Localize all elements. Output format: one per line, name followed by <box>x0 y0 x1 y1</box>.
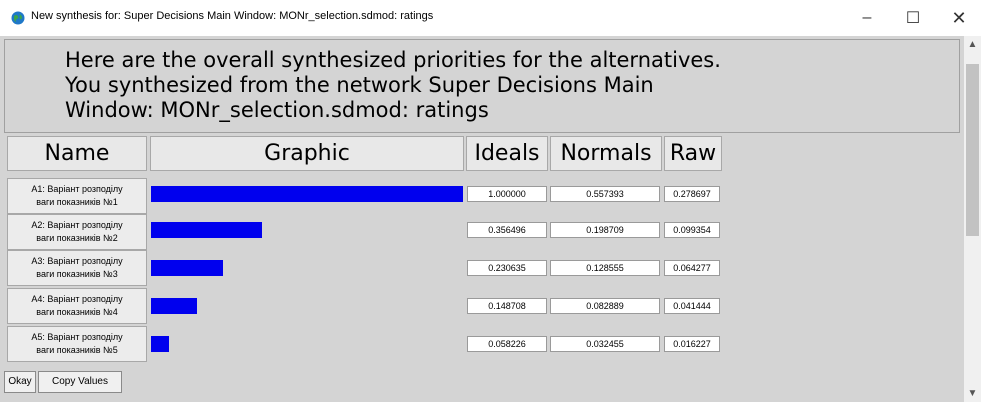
header-message: Here are the overall synthesized priorit… <box>4 39 960 133</box>
normal-value-a4[interactable]: 0.082889 <box>550 298 660 314</box>
row-name-a1: A1: Варіант розподілу ваги показників №1 <box>7 178 147 214</box>
maximize-button[interactable]: ☐ <box>890 0 936 36</box>
column-header-ideals: Ideals <box>466 136 548 171</box>
raw-value-a3[interactable]: 0.064277 <box>664 260 720 276</box>
vertical-scrollbar[interactable]: ▲ ▼ <box>964 36 981 402</box>
minimize-button[interactable]: – <box>844 0 890 36</box>
normal-value-a2[interactable]: 0.198709 <box>550 222 660 238</box>
column-header-normals: Normals <box>550 136 662 171</box>
priority-bar-a3 <box>151 260 223 276</box>
close-button[interactable]: ✕ <box>936 0 981 36</box>
ideal-value-a4[interactable]: 0.148708 <box>467 298 547 314</box>
okay-button[interactable]: Okay <box>4 371 36 393</box>
priority-bar-a5 <box>151 336 169 352</box>
ideal-value-a3[interactable]: 0.230635 <box>467 260 547 276</box>
raw-value-a2[interactable]: 0.099354 <box>664 222 720 238</box>
normal-value-a3[interactable]: 0.128555 <box>550 260 660 276</box>
normal-value-a5[interactable]: 0.032455 <box>550 336 660 352</box>
window-title: New synthesis for: Super Decisions Main … <box>31 10 434 22</box>
column-header-graphic: Graphic <box>150 136 464 171</box>
ideal-value-a2[interactable]: 0.356496 <box>467 222 547 238</box>
column-header-raw: Raw <box>664 136 722 171</box>
synthesis-window: New synthesis for: Super Decisions Main … <box>0 0 981 402</box>
priority-bar-a2 <box>151 222 262 238</box>
column-header-name: Name <box>7 136 147 171</box>
raw-value-a4[interactable]: 0.041444 <box>664 298 720 314</box>
row-name-a5: A5: Варіант розподілу ваги показників №5 <box>7 326 147 362</box>
scroll-down-arrow-icon[interactable]: ▼ <box>964 385 981 402</box>
priority-bar-a4 <box>151 298 197 314</box>
header-line-1: Here are the overall synthesized priorit… <box>65 48 721 72</box>
row-name-a4: A4: Варіант розподілу ваги показників №4 <box>7 288 147 324</box>
header-line-2: You synthesized from the network Super D… <box>65 73 654 97</box>
header-text: Here are the overall synthesized priorit… <box>65 48 955 123</box>
app-globe-icon <box>11 11 25 25</box>
copy-values-button[interactable]: Copy Values <box>38 371 122 393</box>
raw-value-a1[interactable]: 0.278697 <box>664 186 720 202</box>
header-line-3: Window: MONr_selection.sdmod: ratings <box>65 98 489 122</box>
priority-bar-a1 <box>151 186 463 202</box>
title-bar: New synthesis for: Super Decisions Main … <box>0 0 981 36</box>
raw-value-a5[interactable]: 0.016227 <box>664 336 720 352</box>
normal-value-a1[interactable]: 0.557393 <box>550 186 660 202</box>
ideal-value-a5[interactable]: 0.058226 <box>467 336 547 352</box>
row-name-a2: A2: Варіант розподілу ваги показників №2 <box>7 214 147 250</box>
scroll-up-arrow-icon[interactable]: ▲ <box>964 36 981 53</box>
row-name-a3: A3: Варіант розподілу ваги показників №3 <box>7 250 147 286</box>
ideal-value-a1[interactable]: 1.000000 <box>467 186 547 202</box>
scroll-thumb[interactable] <box>966 64 979 236</box>
synthesis-content: Here are the overall synthesized priorit… <box>0 36 964 402</box>
